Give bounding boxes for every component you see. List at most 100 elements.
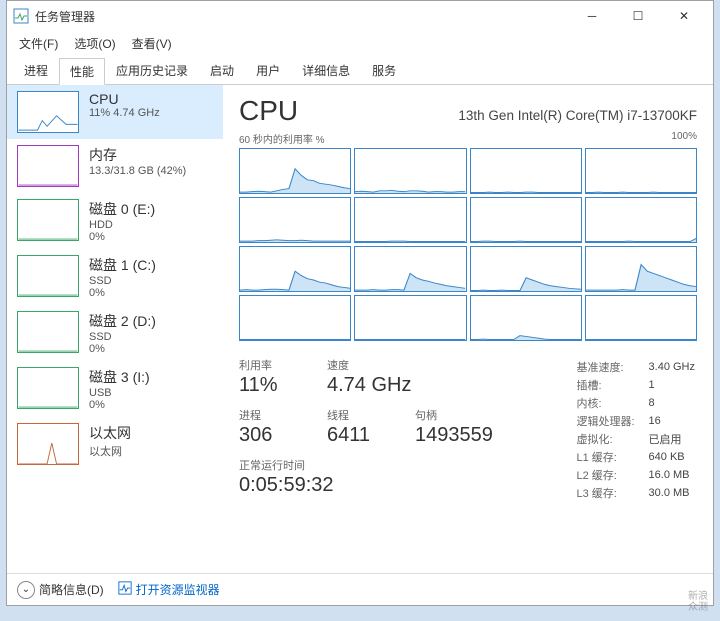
core-chart-13 xyxy=(354,295,466,341)
app-icon xyxy=(13,8,29,24)
thread-label: 线程 xyxy=(327,407,387,423)
titlebar[interactable]: 任务管理器 ─ ☐ ✕ xyxy=(7,1,713,31)
sidebar-item-6[interactable]: 以太网以太网 xyxy=(7,417,223,471)
core-chart-6 xyxy=(470,197,582,243)
core-chart-7 xyxy=(585,197,697,243)
info-key: 内核: xyxy=(576,395,646,411)
info-row: 虚拟化:已启用 xyxy=(576,431,695,447)
info-value: 30.0 MB xyxy=(649,485,695,501)
tab-startup[interactable]: 启动 xyxy=(199,57,245,84)
stats-row: 利用率11% 速度4.74 GHz 进程306 线程6411 句柄1493559… xyxy=(239,357,697,503)
tab-users[interactable]: 用户 xyxy=(245,57,291,84)
task-manager-window: 任务管理器 ─ ☐ ✕ 文件(F) 选项(O) 查看(V) 进程 性能 应用历史… xyxy=(6,0,714,606)
menu-view[interactable]: 查看(V) xyxy=(124,33,180,54)
thumb-icon xyxy=(17,145,79,187)
core-chart-15 xyxy=(585,295,697,341)
menubar: 文件(F) 选项(O) 查看(V) xyxy=(7,31,713,55)
sidebar-item-1[interactable]: 内存13.3/31.8 GB (42%) xyxy=(7,139,223,193)
chart-right-label: 100% xyxy=(671,131,697,146)
core-chart-10 xyxy=(470,246,582,292)
open-resource-monitor-link[interactable]: 打开资源监视器 xyxy=(118,581,220,598)
tab-details[interactable]: 详细信息 xyxy=(291,57,361,84)
core-chart-4 xyxy=(239,197,351,243)
tab-processes[interactable]: 进程 xyxy=(13,57,59,84)
tab-services[interactable]: 服务 xyxy=(361,57,407,84)
info-value: 3.40 GHz xyxy=(649,359,695,375)
info-row: 插槽:1 xyxy=(576,377,695,393)
sidebar-item-sub: SSD xyxy=(89,331,156,343)
proc-label: 进程 xyxy=(239,407,299,423)
sidebar[interactable]: CPU11% 4.74 GHz内存13.3/31.8 GB (42%)磁盘 0 … xyxy=(7,85,223,573)
speed-value: 4.74 GHz xyxy=(327,374,411,397)
util-label: 利用率 xyxy=(239,357,299,373)
info-key: 基准速度: xyxy=(576,359,646,375)
core-chart-0 xyxy=(239,148,351,194)
core-chart-2 xyxy=(470,148,582,194)
info-row: 内核:8 xyxy=(576,395,695,411)
core-chart-9 xyxy=(354,246,466,292)
sidebar-item-title: 磁盘 1 (C:) xyxy=(89,255,156,275)
menu-file[interactable]: 文件(F) xyxy=(11,33,66,54)
handle-label: 句柄 xyxy=(415,407,493,423)
info-key: 虚拟化: xyxy=(576,431,646,447)
info-row: 基准速度:3.40 GHz xyxy=(576,359,695,375)
cpu-info-table: 基准速度:3.40 GHz插槽:1内核:8逻辑处理器:16虚拟化:已启用L1 缓… xyxy=(574,357,697,503)
info-key: L3 缓存: xyxy=(576,485,646,501)
sidebar-item-4[interactable]: 磁盘 2 (D:)SSD0% xyxy=(7,305,223,361)
chevron-down-icon: ⌄ xyxy=(17,581,35,599)
info-row: 逻辑处理器:16 xyxy=(576,413,695,429)
core-chart-14 xyxy=(470,295,582,341)
info-key: 插槽: xyxy=(576,377,646,393)
tab-performance[interactable]: 性能 xyxy=(59,58,105,85)
sidebar-item-sub: HDD xyxy=(89,219,155,231)
footer: ⌄ 简略信息(D) 打开资源监视器 xyxy=(7,573,713,605)
sidebar-item-3[interactable]: 磁盘 1 (C:)SSD0% xyxy=(7,249,223,305)
info-key: L1 缓存: xyxy=(576,449,646,465)
sidebar-item-title: 磁盘 0 (E:) xyxy=(89,199,155,219)
proc-value: 306 xyxy=(239,424,299,447)
sidebar-item-5[interactable]: 磁盘 3 (I:)USB0% xyxy=(7,361,223,417)
sidebar-item-0[interactable]: CPU11% 4.74 GHz xyxy=(7,85,223,139)
main-panel: CPU 13th Gen Intel(R) Core(TM) i7-13700K… xyxy=(223,85,713,573)
sidebar-item-title: 内存 xyxy=(89,145,186,165)
fewer-details-label: 简略信息(D) xyxy=(39,581,104,598)
tab-app-history[interactable]: 应用历史记录 xyxy=(105,57,199,84)
handle-value: 1493559 xyxy=(415,424,493,447)
thumb-icon xyxy=(17,91,79,133)
core-chart-11 xyxy=(585,246,697,292)
speed-label: 速度 xyxy=(327,357,411,373)
info-row: L3 缓存:30.0 MB xyxy=(576,485,695,501)
window-title: 任务管理器 xyxy=(35,8,95,25)
sidebar-item-title: 磁盘 3 (I:) xyxy=(89,367,150,387)
uptime-label: 正常运行时间 xyxy=(239,457,493,473)
core-chart-5 xyxy=(354,197,466,243)
resource-monitor-icon xyxy=(118,581,132,598)
fewer-details-toggle[interactable]: ⌄ 简略信息(D) xyxy=(17,581,104,599)
sidebar-item-2[interactable]: 磁盘 0 (E:)HDD0% xyxy=(7,193,223,249)
core-chart-1 xyxy=(354,148,466,194)
core-chart-8 xyxy=(239,246,351,292)
close-button[interactable]: ✕ xyxy=(661,1,707,31)
sidebar-item-title: 以太网 xyxy=(89,423,131,443)
content: CPU11% 4.74 GHz内存13.3/31.8 GB (42%)磁盘 0 … xyxy=(7,85,713,573)
core-chart-3 xyxy=(585,148,697,194)
info-value: 1 xyxy=(649,377,695,393)
chart-left-label: 60 秒内的利用率 % xyxy=(239,131,325,146)
sidebar-item-sub2: 0% xyxy=(89,231,155,243)
info-row: L2 缓存:16.0 MB xyxy=(576,467,695,483)
maximize-button[interactable]: ☐ xyxy=(615,1,661,31)
thumb-icon xyxy=(17,423,79,465)
thumb-icon xyxy=(17,311,79,353)
sidebar-item-sub: 以太网 xyxy=(89,443,131,459)
sidebar-item-sub: SSD xyxy=(89,275,156,287)
tabstrip: 进程 性能 应用历史记录 启动 用户 详细信息 服务 xyxy=(7,57,713,85)
menu-options[interactable]: 选项(O) xyxy=(66,33,123,54)
sidebar-item-sub: USB xyxy=(89,387,150,399)
thumb-icon xyxy=(17,367,79,409)
info-value: 640 KB xyxy=(649,449,695,465)
sidebar-item-sub2: 0% xyxy=(89,287,156,299)
minimize-button[interactable]: ─ xyxy=(569,1,615,31)
info-value: 已启用 xyxy=(649,431,695,447)
util-value: 11% xyxy=(239,374,299,397)
uptime-value: 0:05:59:32 xyxy=(239,474,493,497)
